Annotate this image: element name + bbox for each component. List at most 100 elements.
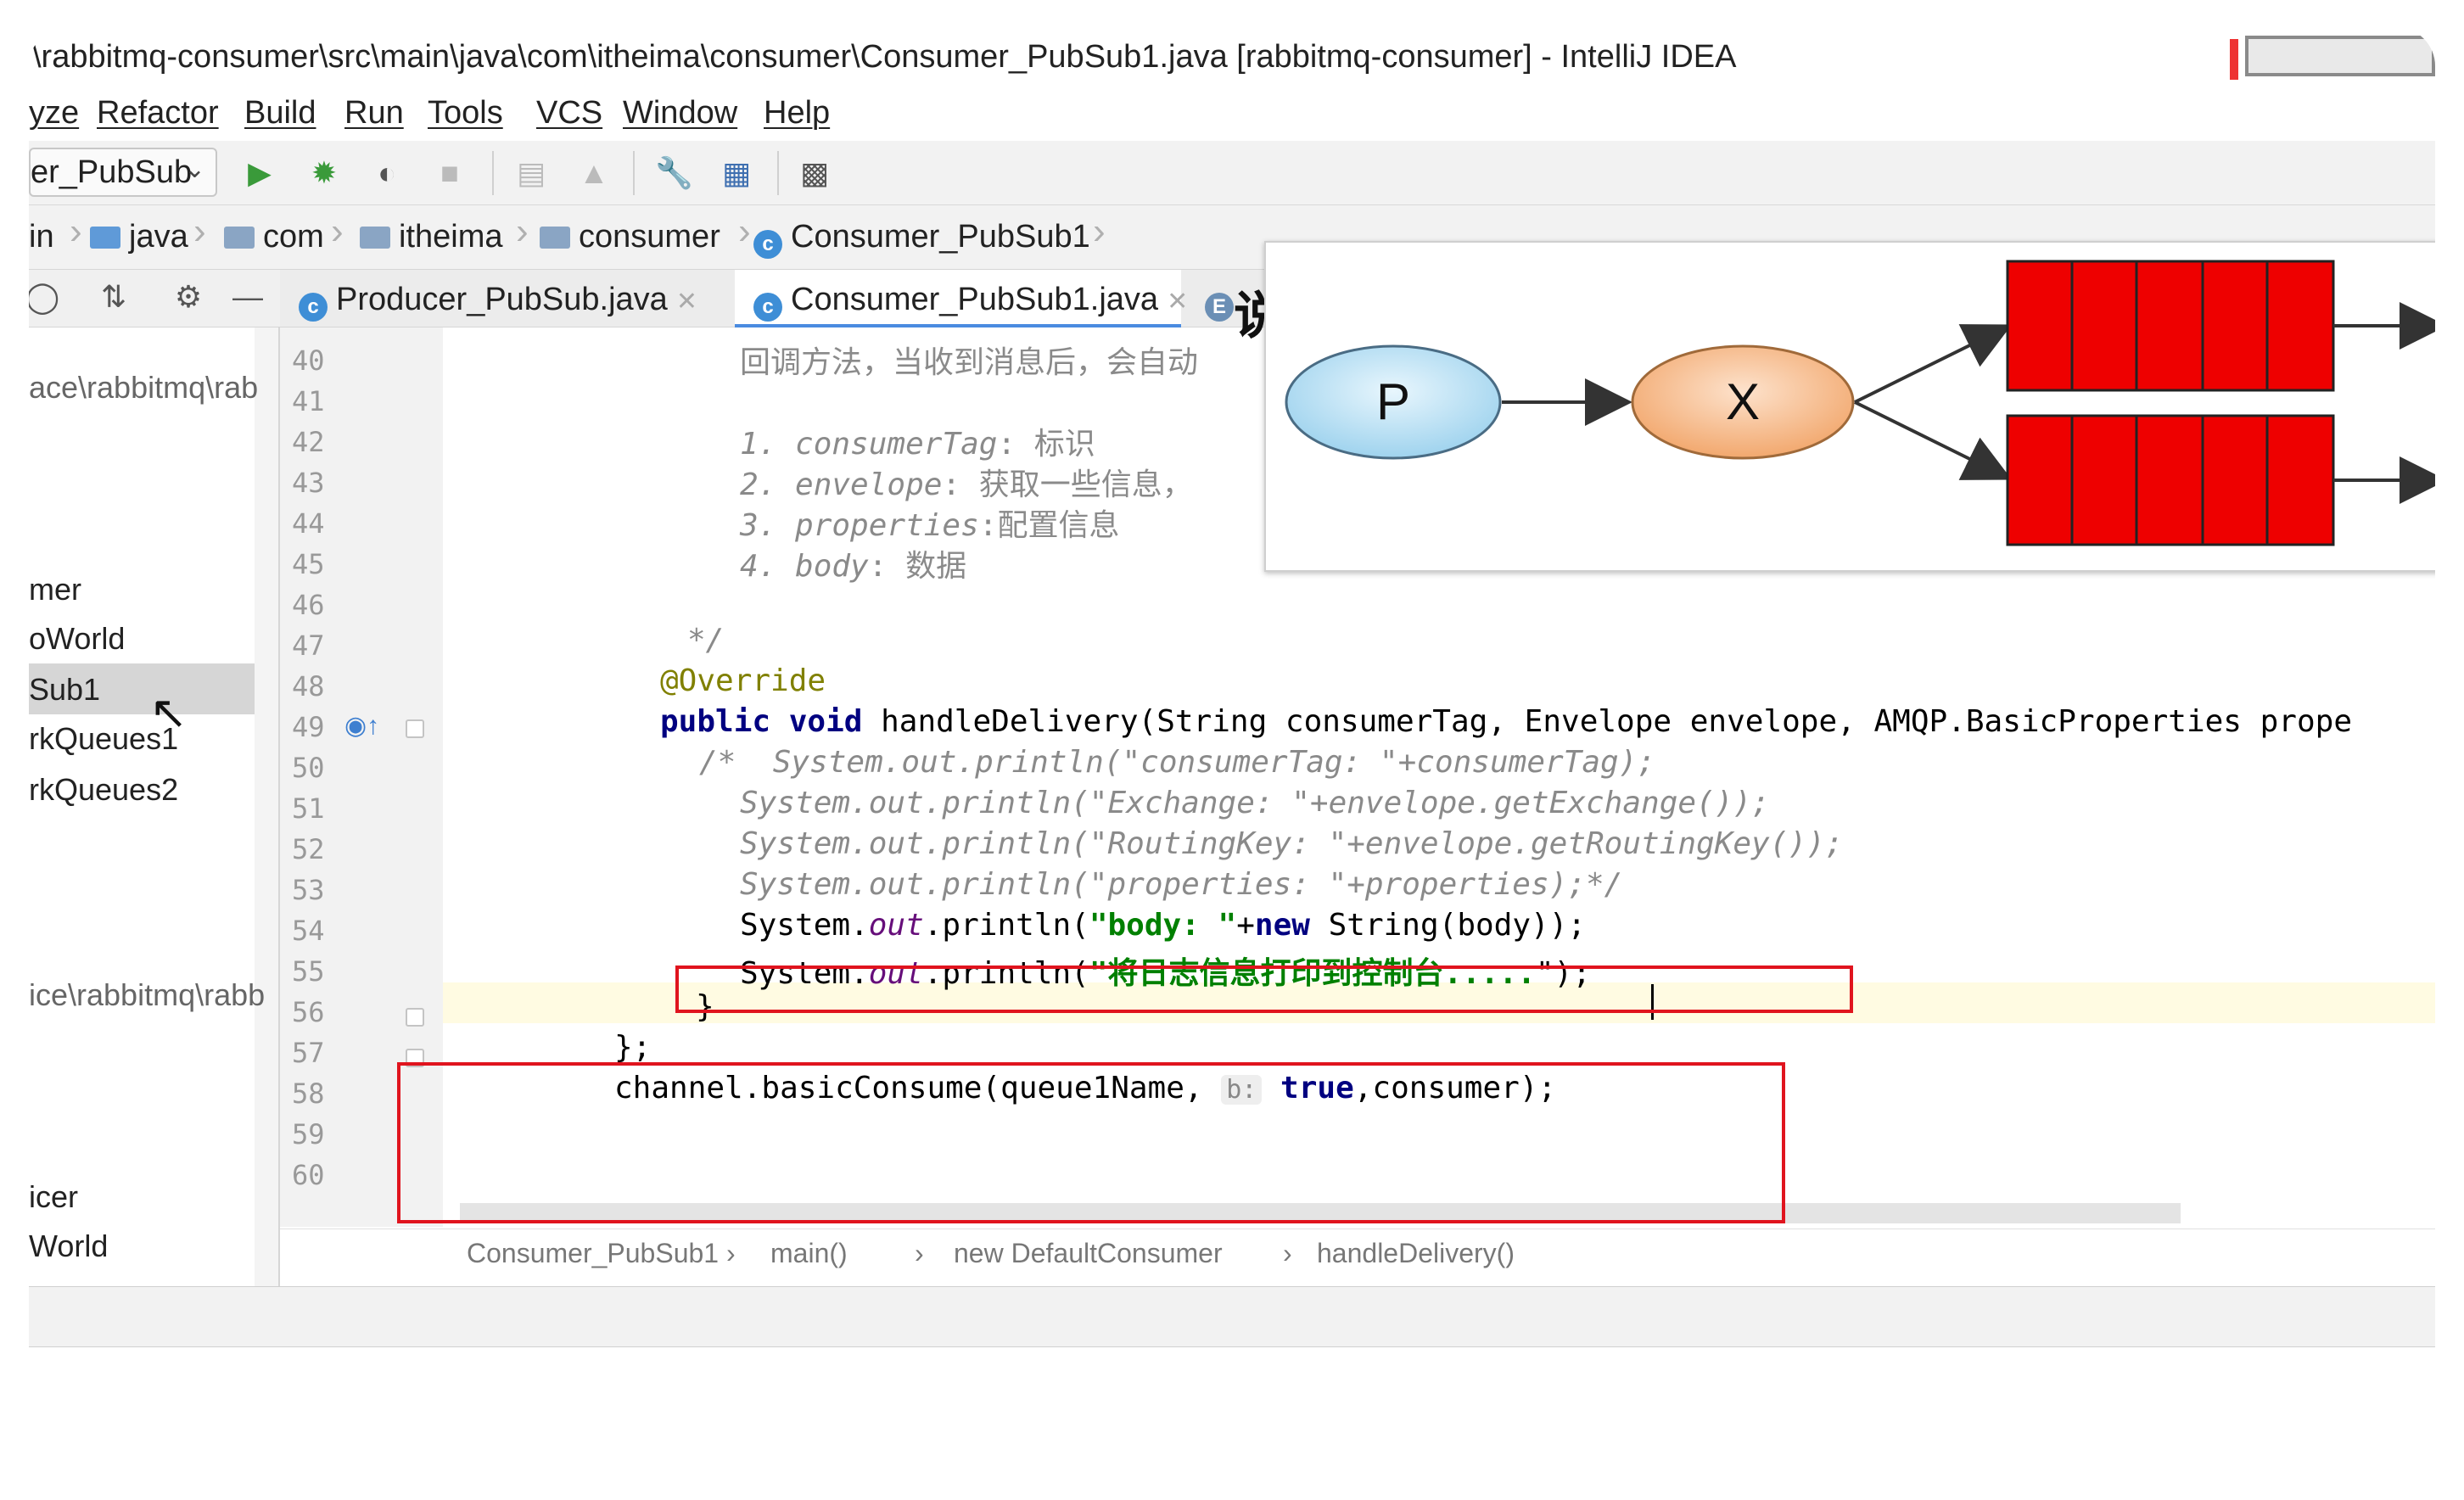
close-icon[interactable]: ✕ [676, 288, 697, 316]
crumb-main[interactable]: in [29, 219, 54, 255]
code-line-47: */ [687, 623, 725, 658]
menu-refactor[interactable]: Refactor [97, 95, 219, 132]
chevron-right-icon: › [193, 210, 206, 252]
highlight-box-println [675, 965, 1853, 1013]
menu-analyze[interactable]: yze [29, 95, 79, 132]
line-number: 47 [292, 630, 325, 662]
menu-tools[interactable]: Tools [428, 95, 503, 132]
crumb-class[interactable]: c Consumer_PubSub1 [753, 219, 1090, 259]
code-line-44: 3. properties:配置信息 [740, 501, 1119, 545]
debug-icon[interactable]: ✹ [305, 154, 343, 192]
project-tree: ace\rabbitmq\rab mer oWorld Sub1 rkQueue… [29, 327, 280, 1286]
tree-item-helloworld[interactable]: oWorld [29, 621, 275, 657]
arrow-x-to-q1 [1854, 324, 2013, 404]
line-number: 46 [292, 589, 325, 621]
code-token: body [795, 549, 869, 584]
exchange-label: X [1726, 373, 1760, 430]
code-line-48: @Override [660, 663, 826, 698]
highlight-box-basic-consume [397, 1062, 1785, 1223]
line-number: 43 [292, 467, 325, 499]
code-token: properties [795, 508, 979, 543]
folder-icon [540, 227, 570, 249]
line-number: 58 [292, 1077, 325, 1110]
tree-item-path[interactable]: ice\rabbitmq\rabb [29, 977, 275, 1013]
tab-producer-pubsub[interactable]: c Producer_PubSub.java ✕ [299, 270, 723, 327]
crumb-itheima-label: itheima [399, 219, 503, 255]
window-controls[interactable] [2245, 36, 2435, 76]
coverage-icon[interactable]: ◐ [368, 154, 406, 192]
mouse-cursor-icon: ↖ [149, 687, 188, 738]
chevron-right-icon: › [516, 210, 529, 252]
breadcrumb-class[interactable]: Consumer_PubSub1 [467, 1238, 719, 1269]
code-line-45: 4. body: 数据 [740, 541, 966, 585]
line-number: 50 [292, 752, 325, 784]
fold-marker-icon[interactable] [406, 719, 424, 738]
crumb-java-label: java [129, 219, 188, 255]
code-line-52: System.out.println("RoutingKey: "+envelo… [740, 826, 1844, 861]
line-number: 57 [292, 1037, 325, 1069]
code-token: System. [740, 908, 869, 943]
breadcrumb-handle-delivery[interactable]: handleDelivery() [1317, 1238, 1515, 1269]
tree-item-path[interactable]: ace\rabbitmq\rab [29, 370, 275, 406]
project-structure-icon[interactable]: ▦ [718, 154, 755, 192]
run-config-select[interactable]: er_PubSub ⌄ [29, 148, 217, 197]
menu-vcs[interactable]: VCS [536, 95, 602, 132]
line-number: 53 [292, 874, 325, 906]
chevron-right-icon: › [1283, 1238, 1292, 1268]
line-number: 54 [292, 915, 325, 947]
main-toolbar: er_PubSub ⌄ ▶ ✹ ◐ ■ ▤ ▲ 🔧 ▦ ▩ [29, 141, 2435, 205]
toolbar-separator [777, 151, 779, 195]
chevron-right-icon: › [915, 1238, 924, 1268]
crumb-com[interactable]: com [224, 219, 324, 255]
run-icon[interactable]: ▶ [241, 154, 278, 192]
line-number: 52 [292, 833, 325, 865]
code-keyword: public void [660, 704, 863, 739]
line-number: 60 [292, 1159, 325, 1191]
stop-icon[interactable]: ■ [431, 154, 468, 192]
line-number: 51 [292, 792, 325, 825]
crumb-class-label: Consumer_PubSub1 [791, 219, 1090, 255]
update-icon[interactable]: ▲ [575, 154, 613, 192]
menu-help[interactable]: Help [764, 95, 830, 132]
chevron-right-icon: › [1093, 210, 1106, 252]
class-icon: c [299, 293, 328, 322]
sdk-icon[interactable]: ▩ [796, 154, 833, 192]
close-icon[interactable]: ✕ [1167, 288, 1188, 316]
gear-icon[interactable]: ⚙ [170, 278, 207, 316]
code-token: .println( [923, 908, 1089, 943]
chevron-right-icon: › [331, 210, 344, 252]
crumb-consumer[interactable]: consumer [540, 219, 720, 255]
line-number: 56 [292, 996, 325, 1028]
breadcrumb-default-consumer[interactable]: new DefaultConsumer [954, 1238, 1223, 1269]
chevron-right-icon: › [70, 210, 82, 252]
code-keyword: new [1254, 908, 1310, 943]
line-number: 45 [292, 548, 325, 580]
hide-icon[interactable]: — [229, 278, 266, 316]
code-token: String(body)); [1309, 908, 1587, 943]
fold-marker-icon[interactable] [406, 1008, 424, 1027]
override-marker-icon[interactable]: ◉↑ [344, 711, 379, 741]
menu-build[interactable]: Build [244, 95, 316, 132]
code-token: 3. [740, 508, 796, 543]
crumb-itheima[interactable]: itheima [360, 219, 503, 255]
tree-item-workqueues2[interactable]: rkQueues2 [29, 772, 275, 808]
build-project-icon[interactable]: ▤ [512, 154, 550, 192]
menu-window[interactable]: Window [623, 95, 737, 132]
tree-item-producer[interactable]: icer [29, 1179, 275, 1215]
menu-run[interactable]: Run [344, 95, 404, 132]
class-icon: c [753, 230, 782, 259]
crumb-java[interactable]: java [90, 219, 188, 255]
code-line-53: System.out.println("properties: "+proper… [740, 867, 1623, 902]
toolbar-separator [633, 151, 635, 195]
code-line-40: 回调方法，当收到消息后，会自动 [740, 345, 1199, 380]
chevron-down-icon: ⌄ [183, 155, 205, 183]
sync-icon[interactable]: ◯ [29, 278, 61, 316]
wrench-icon[interactable]: 🔧 [655, 154, 693, 192]
tab-consumer-pubsub1[interactable]: c Consumer_PubSub1.java ✕ [735, 270, 1188, 327]
collapse-all-icon[interactable]: ⇅ [95, 278, 132, 316]
code-breadcrumbs: Consumer_PubSub1 › main() › new DefaultC… [280, 1229, 2435, 1279]
tree-item-consumer[interactable]: mer [29, 572, 275, 607]
tree-item-helloworld[interactable]: World [29, 1229, 275, 1264]
breadcrumb-main[interactable]: main() [770, 1238, 848, 1269]
tab-label: Producer_PubSub.java [336, 282, 668, 317]
